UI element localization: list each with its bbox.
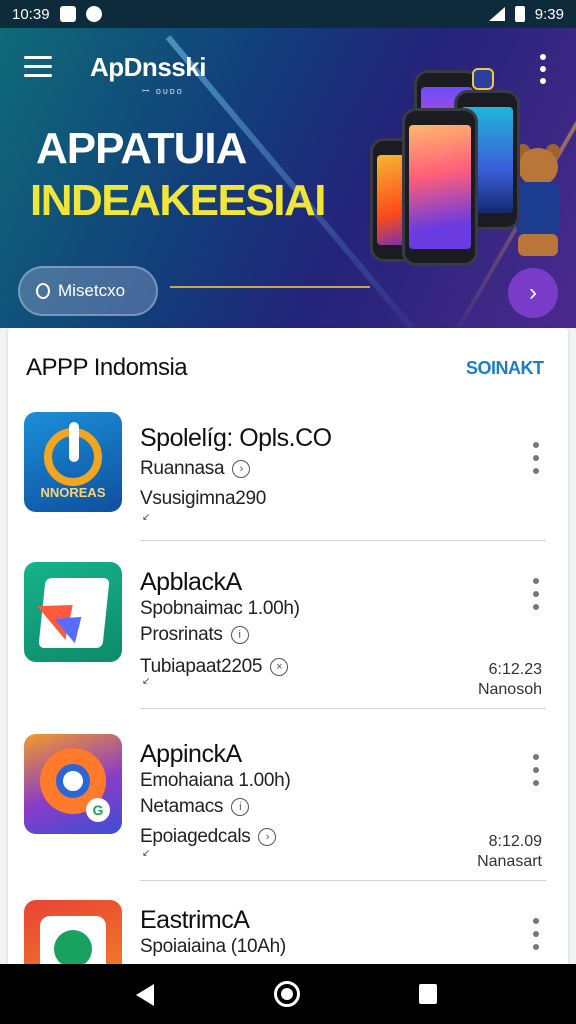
hero-banner: ApDnsski ꟷ ᴏᴜᴅᴏ APPATUIA INDEAKEESIAI Mi…: [0, 28, 576, 328]
phones-illustration: [360, 68, 570, 298]
app-time: 6:12.23: [488, 661, 542, 678]
hero-subtitle: INDEAKEESIAI: [30, 176, 326, 225]
back-icon[interactable]: [136, 984, 154, 1006]
app-meta: Spobnaimac 1.00h): [140, 598, 300, 619]
row-more-icon[interactable]: [530, 442, 542, 474]
app-timestamp: 8:12.09 Nanasart: [477, 832, 542, 872]
app-title: ApDnsski: [90, 52, 206, 82]
battery-icon: [514, 6, 525, 22]
chevron-right-icon: ›: [529, 279, 537, 306]
app-name: ApblackA: [140, 568, 242, 596]
app-time-label: Nanasart: [477, 853, 542, 870]
location-icon: [36, 283, 50, 299]
row-more-icon[interactable]: [530, 754, 542, 786]
info-icon[interactable]: i: [231, 798, 250, 816]
app-meta-text: Prosrinats: [140, 624, 223, 645]
app-name: AppinckA: [140, 740, 242, 768]
status-right: 9:39: [488, 5, 564, 23]
signal-icon: [488, 7, 505, 21]
list-item[interactable]: G AppinckA Emohaiana 1.00h) Netamacs i E…: [8, 734, 568, 904]
notification-icon: [59, 6, 76, 22]
app-meta: Emohaiana 1.00h): [140, 770, 291, 791]
app-meta-secondary: Vsusigimna290: [140, 488, 267, 509]
app-name: Spolelíg: Opls.CO: [140, 424, 332, 452]
app-subtitle: ꟷ ᴏᴜᴅᴏ: [142, 86, 184, 96]
home-icon[interactable]: [274, 981, 300, 1007]
status-time-right: 9:39: [534, 5, 564, 23]
hero-pill-label: Misetcxo: [58, 281, 126, 300]
shield-icon: [472, 68, 494, 90]
system-nav-bar: [0, 964, 576, 1024]
list-item[interactable]: EastrimcA Spoiaiaina (10Ah): [8, 900, 568, 968]
next-arrow-button[interactable]: ›: [508, 268, 558, 318]
app-meta-text: Ruannasa: [140, 458, 225, 479]
divider: [140, 708, 546, 709]
app-icon: G: [24, 734, 122, 834]
app-icon: NNOREAS: [24, 412, 122, 512]
status-time-left: 10:39: [12, 5, 50, 23]
app-icon-text: NNOREAS: [40, 485, 106, 500]
app-meta: Ruannasa ›: [140, 458, 251, 480]
row-more-icon[interactable]: [530, 578, 542, 610]
app-meta: Spoiaiaina (10Ah): [140, 936, 286, 957]
hero-title: APPATUIA: [36, 124, 247, 173]
app-icon: [24, 562, 122, 662]
app-timestamp: 6:12.23 Nanosoh: [478, 660, 542, 700]
screen: 10:39 9:39 ApDnsski ꟷ ᴏᴜᴅᴏ APPATUIA INDE…: [0, 0, 576, 1024]
status-bar: 10:39 9:39: [0, 0, 576, 28]
marker-icon: ↙: [142, 848, 151, 859]
app-meta-text: Netamacs: [140, 796, 224, 817]
section-title: APPP Indomsia: [26, 354, 188, 381]
app-meta-secondary: Netamacs i: [140, 796, 250, 818]
hero-pill-button[interactable]: Misetcxo: [18, 266, 158, 316]
app-meta-tertiary: Tubiapaat2205 ×: [140, 656, 289, 678]
app-meta-text: Tubiapaat2205: [140, 656, 263, 677]
app-meta-text: Epoiagedcals: [140, 826, 251, 847]
app-time: 8:12.09: [488, 833, 542, 850]
info-icon[interactable]: ›: [232, 460, 251, 478]
app-name: EastrimcA: [140, 906, 250, 934]
row-more-icon[interactable]: [530, 918, 542, 950]
hero-accent-line: [170, 286, 370, 288]
divider: [140, 540, 546, 541]
marker-icon: ↙: [142, 676, 151, 687]
status-left: 10:39: [12, 6, 102, 23]
phone-illustration: [402, 108, 478, 266]
info-icon[interactable]: ×: [270, 658, 289, 676]
app-list-card: APPP Indomsia SOINAKT NNOREAS Spolelíg: …: [8, 328, 568, 968]
marker-icon: ↙: [142, 512, 151, 523]
recents-icon[interactable]: [419, 984, 437, 1004]
menu-icon[interactable]: [24, 56, 52, 78]
info-icon[interactable]: i: [230, 626, 249, 644]
list-item[interactable]: NNOREAS Spolelíg: Opls.CO Ruannasa › Vsu…: [8, 412, 568, 582]
app-time-label: Nanosoh: [477, 681, 542, 698]
info-icon[interactable]: ›: [258, 828, 277, 846]
app-meta-tertiary: Epoiagedcals ›: [140, 826, 277, 848]
app-icon: [24, 900, 122, 968]
list-item[interactable]: ApblackA Spobnaimac 1.00h) Prosrinats i …: [8, 562, 568, 732]
app-meta-secondary: Prosrinats i: [140, 624, 249, 646]
section-action-link[interactable]: SOINAKT: [466, 358, 544, 379]
divider: [140, 880, 546, 881]
app-notification-icon: [85, 6, 102, 22]
